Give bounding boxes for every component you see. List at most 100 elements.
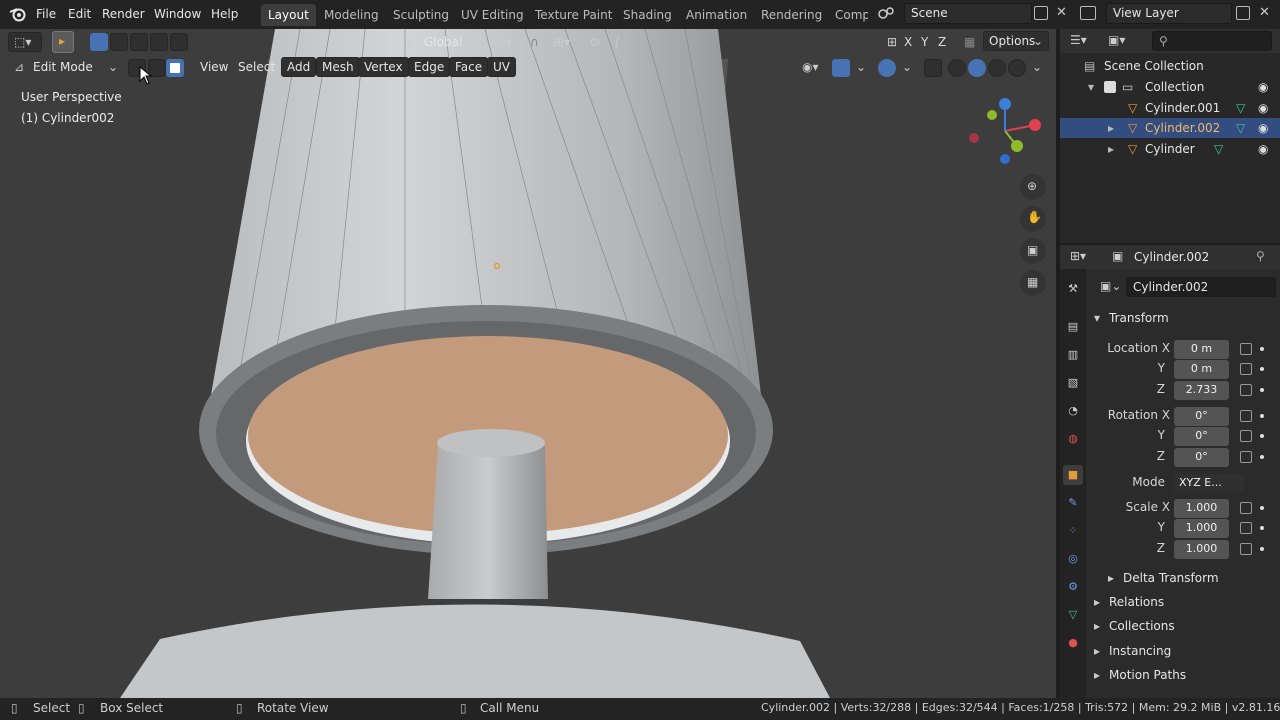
relations-section-header[interactable]: ▸ Relations (1086, 591, 1280, 613)
tab-rendering[interactable]: Rendering (754, 4, 829, 26)
menu-mesh[interactable]: Mesh (316, 57, 360, 77)
mesh-canvas[interactable] (0, 29, 1056, 698)
location-z-field[interactable]: 2.733 (1174, 381, 1229, 400)
camera-view-button[interactable]: ▣ (1020, 238, 1046, 264)
menu-vertex[interactable]: Vertex (358, 57, 409, 77)
face-select-button[interactable] (166, 59, 184, 77)
world-tab-icon[interactable]: ◍ (1063, 429, 1083, 449)
new-view-layer-icon[interactable] (1236, 6, 1250, 20)
menu-view[interactable]: View (194, 57, 234, 77)
chevron-down-icon[interactable]: ⌄ (856, 60, 866, 74)
menu-add[interactable]: Add (281, 57, 317, 77)
chevron-down-icon[interactable]: ⌄ (902, 60, 912, 74)
tab-animation[interactable]: Animation (679, 4, 754, 26)
menu-uv[interactable]: UV (487, 57, 516, 77)
tab-uv-editing[interactable]: UV Editing (454, 4, 531, 26)
select-mode-new-button[interactable] (90, 33, 108, 51)
eye-icon[interactable]: ◉ (1258, 139, 1268, 159)
checkbox-icon[interactable] (1104, 81, 1116, 93)
navigation-gizmo[interactable] (965, 96, 1045, 166)
menu-select[interactable]: Select (232, 57, 281, 77)
lock-icon[interactable] (1240, 384, 1252, 396)
keyframe-dot-icon[interactable] (1260, 547, 1264, 551)
menu-window[interactable]: Window (152, 5, 203, 25)
expand-arrow-icon[interactable]: ▸ (1108, 139, 1114, 159)
material-tab-icon[interactable]: ● (1063, 633, 1083, 653)
object-tab-icon[interactable]: ■ (1063, 465, 1083, 485)
rotation-z-field[interactable]: 0° (1174, 448, 1229, 467)
menu-face[interactable]: Face (449, 57, 489, 77)
menu-edit[interactable]: Edit (66, 5, 93, 25)
tab-sculpting[interactable]: Sculpting (386, 4, 456, 26)
tab-modeling[interactable]: Modeling (317, 4, 386, 26)
3d-viewport[interactable]: ⬚▾ ▸ Global ⊾ ⊘▾ ∩ ⊞▾ ⊙ ∫ ⊞ X Y Z ▦ Optio… (0, 29, 1056, 698)
expand-arrow-icon[interactable]: ▸ (1108, 118, 1114, 138)
blender-logo-icon[interactable] (9, 6, 27, 22)
outliner-type-icon[interactable]: ☰▾ (1070, 33, 1087, 47)
scene-tab-icon[interactable]: ◔ (1063, 401, 1083, 421)
delete-scene-icon[interactable]: ✕ (1056, 5, 1067, 20)
menu-edge[interactable]: Edge (408, 57, 451, 77)
tab-compositing[interactable]: Comp (828, 4, 868, 26)
scene-icon[interactable] (877, 6, 897, 22)
location-y-field[interactable]: 0 m (1174, 360, 1229, 379)
lock-icon[interactable] (1240, 543, 1252, 555)
editor-type-button[interactable]: ⬚▾ (8, 32, 42, 52)
scale-y-field[interactable]: 1.000 (1174, 519, 1229, 538)
lock-icon[interactable] (1240, 410, 1252, 422)
material-shading-button[interactable] (988, 59, 1006, 77)
select-mode-subtract-button[interactable] (130, 33, 148, 51)
view-layer-selector[interactable]: View Layer (1106, 3, 1232, 24)
delete-view-layer-icon[interactable]: ✕ (1259, 5, 1270, 20)
particles-tab-icon[interactable]: ⁘ (1063, 521, 1083, 541)
outliner-item-cylinder[interactable]: ▸ ▽ Cylinder ▽ ◉ (1060, 139, 1280, 159)
lock-icon[interactable] (1240, 363, 1252, 375)
keyframe-dot-icon[interactable] (1260, 434, 1264, 438)
rotation-y-field[interactable]: 0° (1174, 427, 1229, 446)
rotation-x-field[interactable]: 0° (1174, 407, 1229, 426)
location-x-field[interactable]: 0 m (1174, 340, 1229, 359)
keyframe-dot-icon[interactable] (1260, 367, 1264, 371)
delta-transform-header[interactable]: ▸ Delta Transform (1086, 567, 1280, 589)
keyframe-dot-icon[interactable] (1260, 455, 1264, 459)
select-mode-extend-button[interactable] (110, 33, 128, 51)
menu-help[interactable]: Help (209, 5, 240, 25)
scale-z-field[interactable]: 1.000 (1174, 540, 1229, 559)
tab-shading[interactable]: Shading (616, 4, 679, 26)
keyframe-dot-icon[interactable] (1260, 347, 1264, 351)
chevron-down-icon[interactable]: ⌄ (1032, 60, 1042, 74)
mirror-y[interactable]: Y (921, 35, 928, 49)
proportional-edit-toggle[interactable]: ⊙ (584, 32, 606, 52)
motion-paths-section-header[interactable]: ▸ Motion Paths (1086, 664, 1280, 686)
select-mode-invert-button[interactable] (150, 33, 168, 51)
mirror-x[interactable]: X (904, 35, 912, 49)
keyframe-dot-icon[interactable] (1260, 506, 1264, 510)
object-name-field[interactable]: Cylinder.002 (1126, 277, 1276, 297)
outliner-search-input[interactable]: ⚲ (1152, 31, 1272, 51)
solid-shading-button[interactable] (968, 59, 986, 77)
eye-icon[interactable]: ◉ (1258, 118, 1268, 138)
transform-orientation-dropdown[interactable]: Global ⊾ (401, 32, 481, 52)
view-layer-icon[interactable] (1080, 6, 1096, 20)
lock-icon[interactable] (1240, 522, 1252, 534)
output-tab-icon[interactable]: ▥ (1063, 345, 1083, 365)
pan-button[interactable]: ✋ (1020, 206, 1046, 232)
scale-x-field[interactable]: 1.000 (1174, 499, 1229, 518)
tool-select-button[interactable]: ▸ (52, 31, 74, 53)
outliner-item-cylinder-002[interactable]: ▸ ▽ Cylinder.002 ▽ ◉ (1060, 118, 1280, 138)
modifier-tab-icon[interactable]: ✎ (1063, 493, 1083, 513)
eye-icon[interactable]: ◉ (1258, 77, 1268, 97)
mirror-toggle[interactable]: ⊞ (881, 32, 903, 52)
zoom-button[interactable]: ⊕ (1020, 174, 1046, 200)
mode-dropdown[interactable]: ⊿ Edit Mode ⌄ (8, 57, 122, 77)
falloff-dropdown[interactable]: ∫ (608, 32, 638, 52)
constraints-tab-icon[interactable]: ⚙ (1063, 577, 1083, 597)
instancing-section-header[interactable]: ▸ Instancing (1086, 640, 1280, 662)
view-layer-tab-icon[interactable]: ▧ (1063, 373, 1083, 393)
auto-merge-toggle[interactable]: ▦ (958, 32, 980, 52)
properties-type-icon[interactable]: ⊞▾ (1070, 249, 1086, 263)
lock-icon[interactable] (1240, 343, 1252, 355)
new-scene-icon[interactable] (1034, 6, 1048, 20)
overlays-toggle[interactable] (878, 59, 896, 77)
ortho-toggle-button[interactable]: ▦ (1020, 270, 1046, 296)
